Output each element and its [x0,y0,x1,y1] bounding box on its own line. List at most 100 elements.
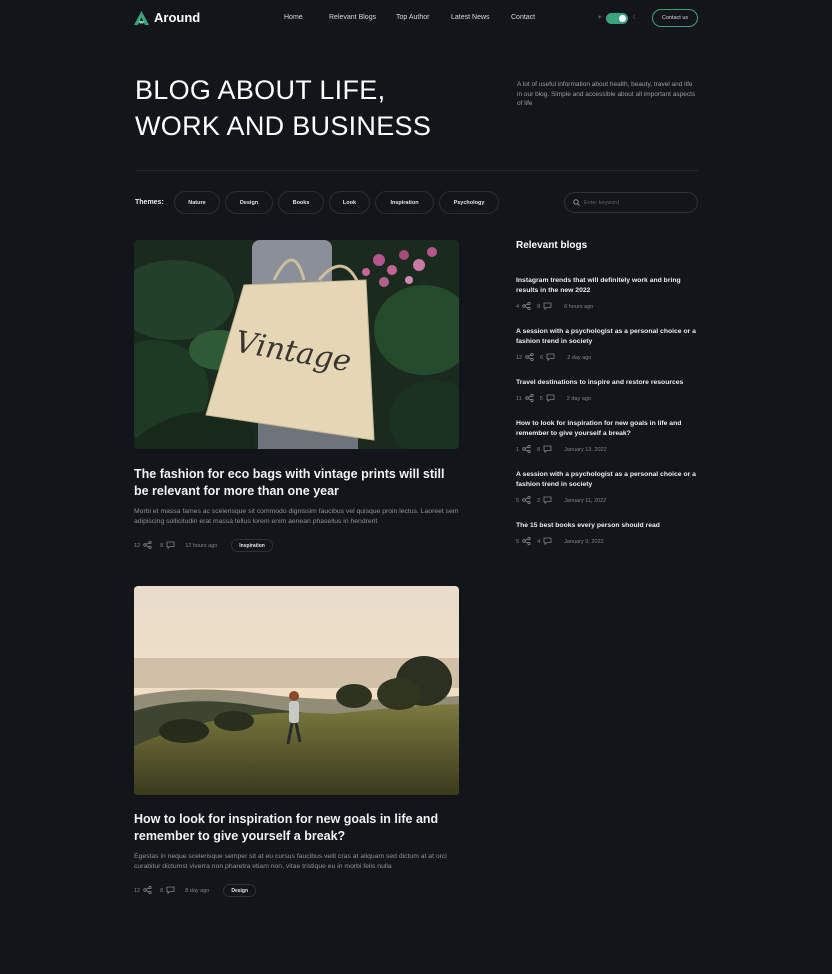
share-count: 12 [134,542,141,549]
comment-icon[interactable] [543,496,552,506]
page-title: BLOG ABOUT LIFE, WORK AND BUSINESS [135,72,475,144]
comment-count: 8 [160,542,164,549]
hero-description: A lot of useful information about health… [517,81,696,108]
share-count: 12 [516,355,523,361]
share-icon[interactable] [522,444,531,455]
relevant-blog-item[interactable]: A session with a psychologist as a perso… [516,470,698,506]
search-box [564,192,698,213]
share-icon[interactable] [525,393,534,404]
relevant-blog-meta: 12 6 2 day ago [516,352,698,363]
relevant-blog-date: January 11, 2022 [564,498,607,504]
relevant-blog-meta: 1 8 January 13, 2022 [516,444,698,455]
share-count: 11 [516,396,522,402]
brand-name: Around [154,10,201,25]
share-count: 12 [134,887,141,894]
share-icon[interactable] [522,495,531,506]
relevant-blog-title[interactable]: Instagram trends that will definitely wo… [516,276,698,296]
themes-label: Themes: [135,199,164,206]
relevant-blog-date: January 13, 2022 [564,447,607,453]
share-icon[interactable] [522,301,531,312]
post-title[interactable]: The fashion for eco bags with vintage pr… [134,466,454,499]
theme-toggle[interactable] [606,12,629,24]
theme-switch: ☀ ☾ [597,12,638,24]
share-count: 1 [516,447,520,453]
post-date: 12 hours ago [185,542,218,549]
comment-count: 6 [540,355,544,361]
post-excerpt: Egestas in neque scelerisque semper sit … [134,853,447,870]
share-icon[interactable] [525,352,534,363]
relevant-blog-title[interactable]: Travel destinations to inspire and resto… [516,378,698,388]
theme-filter-chips: Nature Design Books Look Inspiration Psy… [174,191,499,214]
moon-icon: ☾ [632,15,638,21]
comment-count: 5 [539,396,543,402]
comment-count: 8 [537,447,541,453]
comment-icon[interactable] [543,537,552,547]
theme-chip-nature[interactable]: Nature [174,191,220,214]
relevant-blog-meta: 5 2 January 11, 2022 [516,495,698,506]
relevant-blog-item[interactable]: Travel destinations to inspire and resto… [516,378,698,404]
post-tag[interactable]: Design [223,884,257,897]
contact-us-button[interactable]: Contact us [652,9,698,27]
share-icon[interactable] [143,885,152,896]
comment-count: 8 [537,304,541,310]
relevant-blog-date: January 9, 2022 [564,539,604,545]
relevant-blog-title[interactable]: How to look for inspiration for new goal… [516,419,698,439]
post-meta: 12 8 8 day ago Design [134,884,257,897]
relevant-blog-date: 2 day ago [567,355,592,361]
search-input[interactable] [584,199,684,206]
relevant-blog-date: 6 hours ago [564,304,594,310]
share-icon[interactable] [143,540,152,551]
relevant-blog-title[interactable]: The 15 best books every person should re… [516,521,698,531]
logo-icon [134,10,149,25]
divider [135,170,698,171]
post-title[interactable]: How to look for inspiration for new goal… [134,811,454,844]
comment-count: 8 [160,887,164,894]
relevant-blog-item[interactable]: How to look for inspiration for new goal… [516,419,698,455]
theme-chip-look[interactable]: Look [329,191,370,214]
nav-home[interactable]: Home [284,14,329,21]
relevant-blog-meta: 5 4 January 9, 2022 [516,536,698,547]
comment-count: 4 [537,539,541,545]
theme-chip-design[interactable]: Design [225,191,273,214]
comment-icon[interactable] [166,541,175,551]
page-title-line-2: WORK AND BUSINESS [135,111,432,141]
post-image-eco-bag[interactable]: Vintage [134,240,459,449]
nav-latest-news[interactable]: Latest News [451,14,511,21]
theme-chip-psychology[interactable]: Psychology [439,191,499,214]
relevant-blog-item[interactable]: Instagram trends that will definitely wo… [516,276,698,312]
comment-count: 2 [537,498,541,504]
relevant-blog-title[interactable]: A session with a psychologist as a perso… [516,470,698,490]
relevant-blog-meta: 11 5 2 day ago [516,393,698,404]
sidebar-title: Relevant blogs [516,240,588,251]
share-count: 4 [516,304,520,310]
post-tag[interactable]: Inspiration [231,539,273,552]
share-count: 5 [516,539,520,545]
main-nav: Home Relevant Blogs Top Author Latest Ne… [284,14,535,21]
nav-contact[interactable]: Contact [511,14,535,21]
nav-relevant-blogs[interactable]: Relevant Blogs [329,14,396,21]
theme-chip-inspiration[interactable]: Inspiration [375,191,434,214]
comment-icon[interactable] [166,886,175,896]
relevant-blog-meta: 4 8 6 hours ago [516,301,698,312]
share-icon[interactable] [522,536,531,547]
post-meta: 12 8 12 hours ago Inspiration [134,539,273,552]
relevant-blog-item[interactable]: The 15 best books every person should re… [516,521,698,547]
brand-logo[interactable]: Around [134,10,200,25]
search-icon [573,199,580,206]
relevant-blog-title[interactable]: A session with a psychologist as a perso… [516,327,698,347]
post-image-hiker[interactable] [134,586,459,795]
comment-icon[interactable] [543,445,552,455]
theme-chip-books[interactable]: Books [278,191,324,214]
sun-icon: ☀ [597,15,603,21]
relevant-blog-item[interactable]: A session with a psychologist as a perso… [516,327,698,363]
share-count: 5 [516,498,520,504]
post-excerpt: Morbi et massa fames ac scelerisque sit … [134,508,459,525]
post-date: 8 day ago [185,887,210,894]
comment-icon[interactable] [543,302,552,312]
relevant-blog-date: 2 day ago [566,396,591,402]
comment-icon[interactable] [546,353,555,363]
page-title-line-1: BLOG ABOUT LIFE, [135,75,386,105]
nav-top-author[interactable]: Top Author [396,14,451,21]
comment-icon[interactable] [546,394,555,404]
site-header: Around Home Relevant Blogs Top Author La… [0,0,832,38]
